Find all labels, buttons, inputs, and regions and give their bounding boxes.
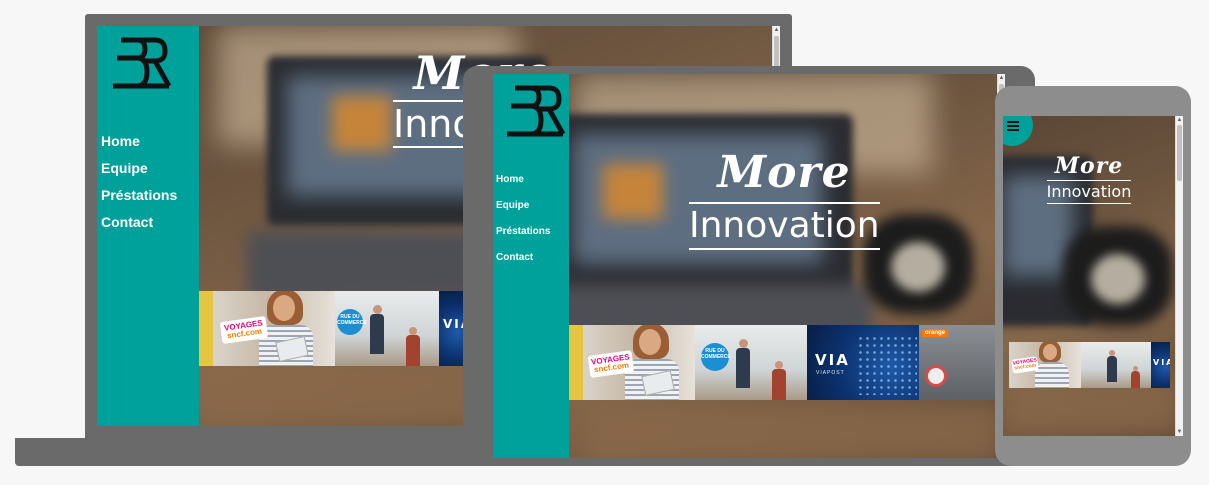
banner-viapost: VIA VIAPOST bbox=[807, 325, 919, 400]
hero-background-photo bbox=[493, 74, 1005, 458]
tablet-screen: Home Equipe Préstations Contact More Inn… bbox=[493, 74, 1005, 458]
scroll-down-icon[interactable]: ▼ bbox=[1176, 428, 1183, 436]
hero-word-innovation: Innovation bbox=[689, 202, 880, 250]
banner-photo-office bbox=[1081, 342, 1151, 388]
sidebar: Home Equipe Préstations Contact bbox=[97, 26, 199, 426]
sticker-line2: sncf.com bbox=[1013, 362, 1037, 372]
via-logo: VIA bbox=[815, 351, 850, 369]
nav-item-home[interactable]: Home bbox=[496, 174, 550, 200]
er-logo-icon bbox=[501, 84, 567, 138]
banner-viapost: VIA bbox=[439, 291, 464, 366]
via-logo: VIA bbox=[1153, 358, 1170, 367]
main-nav: Home Equipe Préstations Contact bbox=[496, 174, 550, 278]
sidebar: Home Equipe Préstations Contact bbox=[493, 74, 569, 458]
hero-word-more: More bbox=[717, 147, 851, 198]
client-banner: VOYAGES sncf.com RUE DU COMMERCE VIA bbox=[199, 291, 464, 366]
banner-photo-woman: VOYAGES sncf.com bbox=[583, 325, 695, 400]
orange-logo: orange bbox=[922, 329, 949, 337]
scroll-up-icon[interactable]: ▲ bbox=[773, 26, 780, 34]
banner-viapost: VIA bbox=[1151, 342, 1170, 388]
nav-item-equipe[interactable]: Equipe bbox=[496, 200, 550, 226]
scroll-up-icon[interactable]: ▲ bbox=[1176, 116, 1183, 124]
viapost-text: VIAPOST bbox=[816, 370, 845, 376]
nav-item-home[interactable]: Home bbox=[101, 133, 177, 160]
nav-item-equipe[interactable]: Equipe bbox=[101, 160, 177, 187]
scroll-up-icon[interactable]: ▲ bbox=[998, 74, 1005, 82]
rue-du-commerce-badge: RUE DU COMMERCE bbox=[337, 309, 367, 335]
hero-word-innovation: Innovation bbox=[1046, 180, 1132, 204]
banner-orange: orange bbox=[919, 325, 998, 400]
hero-word-more: More bbox=[1054, 153, 1124, 179]
nav-item-prestations[interactable]: Préstations bbox=[496, 226, 550, 252]
client-banner: VOYAGES sncf.com RUE DU COMMERCE VIA VIA… bbox=[569, 325, 998, 400]
phone-screen: More Innovation VOYAGES sncf.com VIA ▲ ▼ bbox=[1003, 116, 1183, 436]
hero-headline: More Innovation bbox=[689, 144, 880, 250]
client-banner: VOYAGES sncf.com VIA bbox=[1009, 342, 1170, 388]
scroll-thumb[interactable] bbox=[1177, 125, 1182, 181]
hero-headline: More Innovation bbox=[1039, 152, 1139, 204]
banner-photo-woman: VOYAGES sncf.com bbox=[213, 291, 335, 366]
via-logo: VIA bbox=[443, 317, 464, 331]
nav-item-prestations[interactable]: Préstations bbox=[101, 187, 177, 214]
banner-photo-office: RUE DU COMMERCE bbox=[695, 325, 807, 400]
banner-photo-office: RUE DU COMMERCE bbox=[335, 291, 439, 366]
er-logo-icon bbox=[107, 36, 173, 90]
nav-item-contact[interactable]: Contact bbox=[101, 214, 177, 241]
main-nav: Home Equipe Préstations Contact bbox=[101, 133, 177, 241]
banner-photo-woman: VOYAGES sncf.com bbox=[1009, 342, 1081, 388]
rue-du-commerce-badge: RUE DU COMMERCE bbox=[701, 343, 731, 371]
nav-item-contact[interactable]: Contact bbox=[496, 252, 550, 278]
phone-scrollbar[interactable]: ▲ ▼ bbox=[1175, 116, 1183, 436]
